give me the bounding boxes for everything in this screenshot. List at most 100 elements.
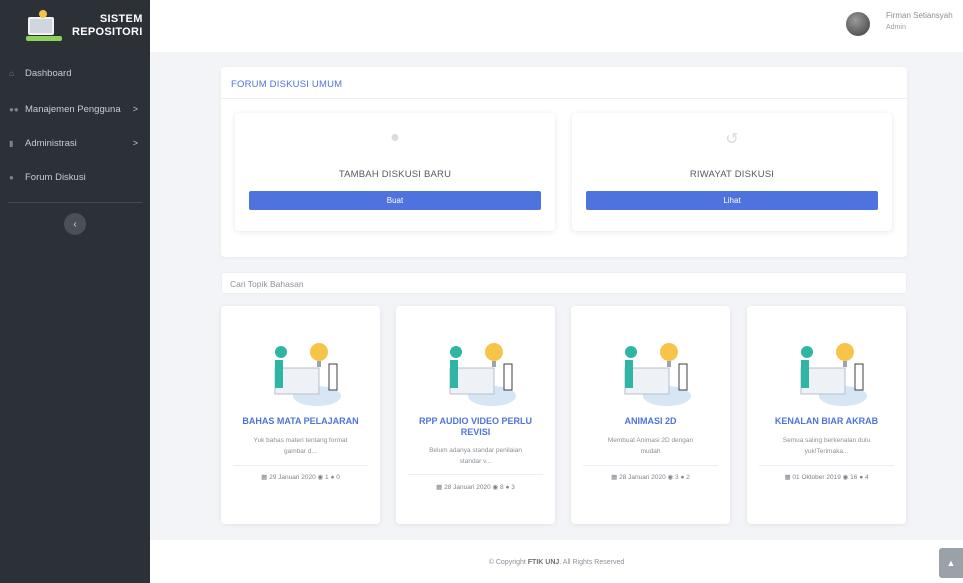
eye-icon: ◉ bbox=[842, 474, 849, 481]
sidebar: SISTEM REPOSITORI ⌂ Dashboard ●● Manajem… bbox=[0, 0, 150, 583]
logo-icon bbox=[26, 9, 66, 43]
chevron-up-icon: ▲ bbox=[946, 558, 956, 568]
user-name[interactable]: Firman Setiansyah bbox=[886, 11, 953, 20]
calendar-icon: ▦ bbox=[784, 474, 791, 481]
view-count: 16 bbox=[850, 474, 858, 481]
file-icon: ▮ bbox=[9, 138, 14, 148]
view-count: 1 bbox=[325, 474, 329, 481]
sidebar-item-dashboard[interactable]: ⌂ Dashboard bbox=[0, 54, 150, 92]
eye-icon: ◉ bbox=[492, 484, 499, 491]
copyright-prefix: © Copyright bbox=[488, 559, 528, 566]
eye-icon: ◉ bbox=[667, 474, 674, 481]
sidebar-item-label: Manajemen Pengguna bbox=[25, 103, 121, 115]
sidebar-item-forum-diskusi[interactable]: ● Forum Diskusi bbox=[0, 160, 150, 194]
topic-desc-line-1: Yuk bahas materi tentang format bbox=[253, 437, 348, 444]
comment-count: 0 bbox=[336, 474, 340, 481]
divider bbox=[583, 465, 718, 466]
copyright-suffix: . All Rights Reserved bbox=[559, 559, 625, 566]
topic-date: 01 Oktober 2019 bbox=[792, 474, 841, 481]
sidebar-item-label: Administrasi bbox=[25, 137, 77, 149]
eye-icon: ◉ bbox=[317, 474, 324, 481]
discussion-illustration bbox=[624, 343, 691, 406]
comment-count-icon: ● bbox=[859, 474, 864, 481]
sidebar-item-administrasi[interactable]: ▮ Administrasi > bbox=[0, 126, 150, 160]
view-count: 8 bbox=[500, 484, 504, 491]
new-discussion-title: TAMBAH DISKUSI BARU bbox=[338, 169, 452, 180]
calendar-icon: ▦ bbox=[436, 484, 443, 491]
topic-title-line-2: REVISI bbox=[460, 427, 491, 437]
topbar: Firman Setiansyah Admin bbox=[150, 0, 963, 52]
comment-count: 3 bbox=[511, 484, 515, 491]
topic-desc-line-1: Belum adanya standar penilaian bbox=[429, 447, 522, 454]
create-discussion-button[interactable]: Buat bbox=[249, 191, 541, 210]
discussion-history-title: RIWAYAT DISKUSI bbox=[689, 169, 775, 180]
topic-date: 28 Januari 2020 bbox=[444, 484, 491, 491]
topic-meta: ▦ 29 Januari 2020 ◉ 1 ● 0 bbox=[221, 473, 380, 481]
topic-title[interactable]: BAHAS MATA PELAJARAN bbox=[229, 416, 372, 427]
history-icon: ↺ bbox=[725, 131, 739, 148]
comments-icon: ● bbox=[9, 172, 14, 182]
chevron-left-icon: ‹ bbox=[73, 218, 77, 230]
chevron-right-icon: > bbox=[132, 138, 138, 148]
sidebar-item-label: Dashboard bbox=[25, 67, 72, 79]
user-role: Admin bbox=[886, 24, 906, 31]
divider bbox=[759, 465, 894, 466]
comment-icon: ● bbox=[390, 129, 400, 146]
topic-desc-line-1: Membuat Animasi 2D dengan bbox=[607, 437, 694, 444]
topic-desc-line-2: mudah bbox=[640, 448, 661, 455]
panel-title: FORUM DISKUSI UMUM bbox=[221, 67, 907, 99]
users-icon: ●● bbox=[9, 104, 19, 114]
comment-count-icon: ● bbox=[330, 474, 335, 481]
discussion-illustration bbox=[274, 343, 341, 406]
discussion-illustration bbox=[800, 343, 867, 406]
topic-date: 29 Januari 2020 bbox=[269, 474, 316, 481]
calendar-icon: ▦ bbox=[611, 474, 618, 481]
new-discussion-card: ● TAMBAH DISKUSI BARU Buat bbox=[235, 113, 555, 231]
topic-desc-line-2: gambar d... bbox=[284, 448, 317, 455]
calendar-icon: ▦ bbox=[261, 474, 268, 481]
sidebar-toggle-button[interactable]: ‹ bbox=[64, 213, 86, 235]
sidebar-item-manajemen-pengguna[interactable]: ●● Manajemen Pengguna > bbox=[0, 92, 150, 126]
comment-count-icon: ● bbox=[505, 484, 510, 491]
sidebar-divider bbox=[8, 202, 142, 203]
topic-desc-line-1: Semua saling berkenalan dulu bbox=[782, 437, 871, 444]
topic-desc-line-2: standar v... bbox=[459, 458, 492, 465]
chevron-right-icon: > bbox=[132, 104, 138, 114]
topic-card[interactable]: RPP AUDIO VIDEO PERLU REVISI Belum adany… bbox=[396, 306, 555, 524]
brand-text: SISTEM REPOSITORI bbox=[72, 13, 143, 39]
copyright-org: FTIK UNJ bbox=[527, 559, 560, 566]
discussion-history-card: ↺ RIWAYAT DISKUSI Lihat bbox=[572, 113, 892, 231]
comment-count: 4 bbox=[864, 474, 869, 481]
topic-card[interactable]: KENALAN BIAR AKRAB Semua saling berkenal… bbox=[747, 306, 906, 524]
topic-date: 28 Januari 2020 bbox=[619, 474, 666, 481]
brand-line-1: SISTEM bbox=[99, 13, 143, 25]
scroll-to-top-button[interactable]: ▲ bbox=[939, 548, 963, 578]
sidebar-nav: ⌂ Dashboard ●● Manajemen Pengguna > ▮ Ad… bbox=[0, 54, 150, 235]
topic-title-line-1: RPP AUDIO VIDEO PERLU bbox=[418, 416, 533, 426]
sidebar-item-label: Forum Diskusi bbox=[25, 171, 86, 183]
topic-meta: ▦ 01 Oktober 2019 ◉ 16 ● 4 bbox=[747, 473, 906, 481]
topic-card[interactable]: BAHAS MATA PELAJARAN Yuk bahas materi te… bbox=[221, 306, 380, 524]
brand[interactable]: SISTEM REPOSITORI bbox=[0, 0, 150, 52]
topic-desc-line-2: yuk!Terimaka... bbox=[804, 448, 849, 455]
topic-title[interactable]: KENALAN BIAR AKRAB bbox=[755, 416, 898, 427]
footer: © Copyright FTIK UNJ. All Rights Reserve… bbox=[150, 540, 963, 583]
topic-card[interactable]: ANIMASI 2D Membuat Animasi 2D dengan mud… bbox=[571, 306, 730, 524]
topic-title[interactable]: ANIMASI 2D bbox=[579, 416, 722, 427]
comment-count-icon: ● bbox=[680, 474, 685, 481]
divider bbox=[233, 465, 368, 466]
discussion-illustration bbox=[449, 343, 516, 406]
topic-title[interactable]: RPP AUDIO VIDEO PERLU REVISI bbox=[404, 416, 547, 438]
copyright-text: © Copyright FTIK UNJ. All Rights Reserve… bbox=[150, 559, 963, 566]
topic-meta: ▦ 28 Januari 2020 ◉ 3 ● 2 bbox=[571, 473, 730, 481]
forum-panel: FORUM DISKUSI UMUM ● TAMBAH DISKUSI BARU… bbox=[221, 67, 907, 257]
view-count: 3 bbox=[675, 474, 679, 481]
avatar[interactable] bbox=[846, 12, 870, 36]
main-content: FORUM DISKUSI UMUM ● TAMBAH DISKUSI BARU… bbox=[150, 52, 963, 583]
topic-meta: ▦ 28 Januari 2020 ◉ 8 ● 3 bbox=[396, 483, 555, 491]
home-icon: ⌂ bbox=[9, 68, 14, 78]
divider bbox=[408, 474, 543, 475]
topic-search-input[interactable]: Cari Topik Bahasan bbox=[221, 272, 907, 294]
view-history-button[interactable]: Lihat bbox=[586, 191, 878, 210]
comment-count: 2 bbox=[686, 474, 690, 481]
